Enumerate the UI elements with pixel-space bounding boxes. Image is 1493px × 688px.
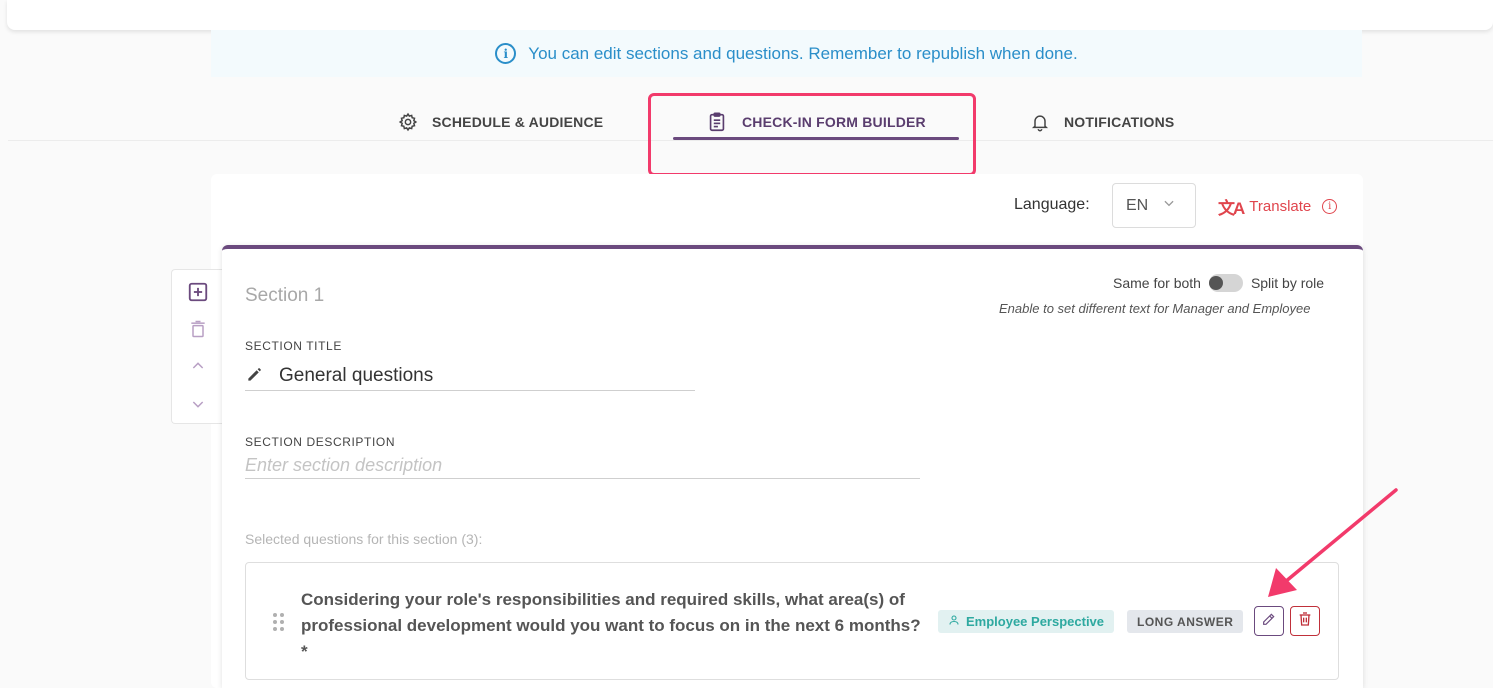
question-card: Considering your role's responsibilities… [245, 562, 1339, 680]
chevron-down-icon [1162, 196, 1176, 215]
trash-icon[interactable] [186, 317, 210, 341]
selected-questions-label: Selected questions for this section (3): [245, 531, 483, 547]
delete-question-button[interactable] [1290, 606, 1320, 636]
translate-label: Translate [1249, 198, 1312, 215]
split-by-role-toggle[interactable] [1208, 274, 1243, 292]
info-banner: i You can edit sections and questions. R… [211, 30, 1362, 77]
info-icon[interactable]: i [1322, 199, 1338, 214]
highlight-annotation-box [648, 93, 976, 176]
tab-schedule-audience-label: SCHEDULE & AUDIENCE [432, 114, 604, 130]
translate-button[interactable]: 文A Translate i [1218, 194, 1338, 219]
section-title-label: SECTION TITLE [245, 339, 342, 353]
add-section-icon[interactable] [186, 280, 210, 304]
chevron-down-icon[interactable] [186, 392, 210, 416]
gear-icon [398, 112, 418, 132]
edit-question-button[interactable] [1254, 606, 1284, 636]
trash-icon [1297, 611, 1313, 632]
tab-notifications-label: NOTIFICATIONS [1064, 114, 1175, 130]
person-icon [948, 614, 960, 629]
question-type-badge: LONG ANSWER [1127, 610, 1244, 633]
chevron-up-icon[interactable] [186, 354, 210, 378]
bell-icon [1030, 112, 1050, 132]
translate-icon: 文A [1218, 199, 1245, 218]
section-toolbar [171, 269, 223, 424]
language-label: Language: [1014, 196, 1090, 213]
pencil-icon [245, 364, 265, 389]
section-name: Section 1 [245, 285, 325, 306]
drag-handle-icon[interactable] [273, 613, 284, 631]
info-icon: i [495, 43, 517, 64]
section-title-input[interactable]: General questions [245, 362, 695, 391]
question-text: Considering your role's responsibilities… [301, 590, 921, 661]
info-banner-text: You can edit sections and questions. Rem… [528, 43, 1078, 63]
section-description-label: SECTION DESCRIPTION [245, 435, 396, 449]
section-description-input[interactable]: Enter section description [245, 455, 920, 479]
toggle-knob [1208, 276, 1223, 290]
same-for-both-label: Same for both [1113, 275, 1201, 291]
perspective-label: Employee Perspective [966, 614, 1105, 629]
tab-notifications[interactable]: NOTIFICATIONS [1030, 104, 1174, 140]
split-by-role-label: Split by role [1250, 275, 1325, 291]
top-bar [7, 0, 1493, 30]
section-title-value: General questions [279, 365, 434, 386]
split-by-role-toggle-row: Same for both Split by role [1113, 274, 1324, 292]
split-by-role-hint: Enable to set different text for Manager… [999, 301, 1311, 316]
tab-schedule-audience[interactable]: SCHEDULE & AUDIENCE [398, 104, 603, 140]
perspective-badge: Employee Perspective [938, 610, 1115, 633]
language-select[interactable]: EN [1112, 183, 1196, 228]
pencil-icon [1261, 611, 1277, 632]
language-value: EN [1126, 196, 1149, 214]
